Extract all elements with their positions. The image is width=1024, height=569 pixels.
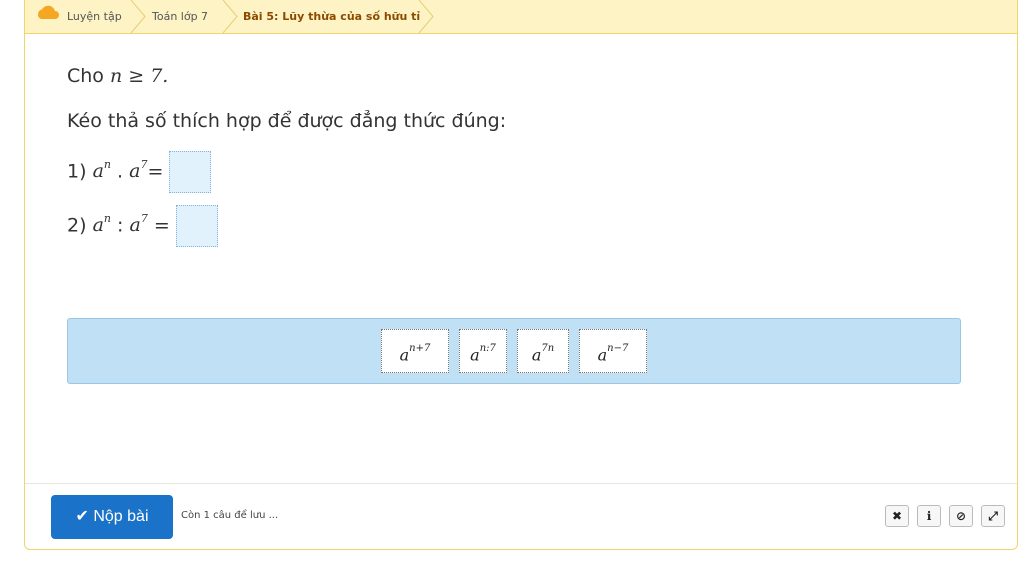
breadcrumb-label: Toán lớp 7 [152, 10, 209, 23]
breadcrumb-item-lesson5[interactable]: Bài 5: Lũy thừa của số hữu tỉ [243, 0, 420, 33]
save-status-text: Còn 1 câu để lưu ... [181, 510, 279, 521]
submit-button[interactable]: ✔ Nộp bài [51, 495, 173, 539]
answer-bank: an+7 an:7 a7n an−7 [67, 318, 961, 384]
breadcrumb: Luyện tập Toán lớp 7 Bài 5: Lũy thừa của… [25, 0, 1017, 34]
choice-chip-n-minus-7[interactable]: an−7 [579, 329, 647, 373]
question-condition: Cho n ≥ 7. [67, 65, 169, 87]
breadcrumb-separator [418, 0, 434, 33]
question-instruction: Kéo thả số thích hợp để được đẳng thức đ… [67, 110, 507, 132]
equation-2: 2) an : a7 = [67, 200, 218, 247]
info-icon[interactable]: ℹ [917, 505, 941, 527]
exercise-card: Luyện tập Toán lớp 7 Bài 5: Lũy thừa của… [24, 0, 1018, 550]
equation-1: 1) an . a7= [67, 146, 212, 193]
choice-chip-7n[interactable]: a7n [517, 329, 569, 373]
cloud-icon [35, 1, 61, 34]
answer-dropzone-1[interactable] [169, 150, 212, 193]
fullscreen-icon[interactable]: ⤢ [981, 505, 1005, 527]
footer-divider [25, 483, 1017, 484]
answer-dropzone-2[interactable] [175, 204, 218, 247]
breadcrumb-separator [222, 0, 238, 33]
breadcrumb-label: Bài 5: Lũy thừa của số hữu tỉ [243, 10, 421, 23]
breadcrumb-label: Luyện tập [67, 10, 122, 23]
ban-icon[interactable]: ⊘ [949, 505, 973, 527]
choice-chip-n-div-7[interactable]: an:7 [459, 329, 507, 373]
breadcrumb-separator [130, 0, 146, 33]
breadcrumb-item-practice[interactable]: Luyện tập [35, 0, 122, 33]
close-icon[interactable]: ✖ [885, 505, 909, 527]
choice-chip-n-plus-7[interactable]: an+7 [381, 329, 449, 373]
breadcrumb-item-grade7[interactable]: Toán lớp 7 [152, 0, 208, 33]
